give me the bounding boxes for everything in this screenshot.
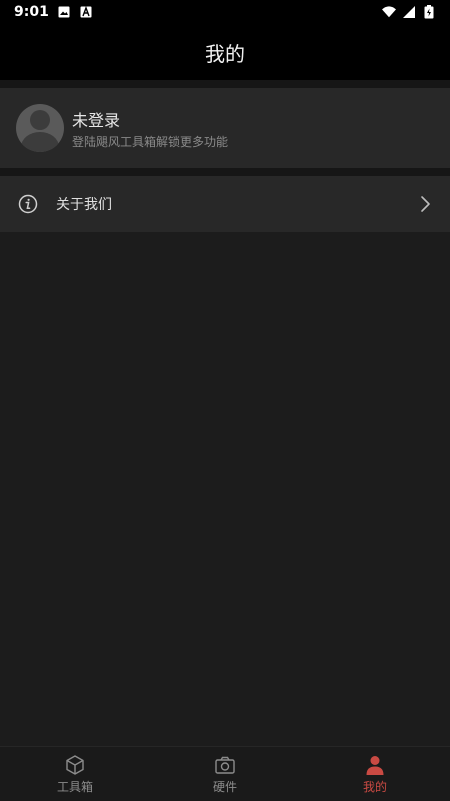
- nav-item-toolbox[interactable]: 工具箱: [0, 747, 150, 801]
- content-area: [0, 232, 450, 746]
- nav-label-hardware: 硬件: [212, 779, 237, 794]
- divider: [0, 168, 450, 176]
- status-bar: 9:01: [0, 0, 450, 24]
- nav-item-mine[interactable]: 我的: [300, 747, 450, 801]
- wifi-icon: [382, 5, 396, 19]
- menu-item-label: 关于我们: [56, 197, 112, 213]
- avatar-placeholder-icon: [16, 104, 64, 152]
- status-bar-left: 9:01: [14, 4, 93, 20]
- image-icon: [57, 5, 71, 19]
- nav-item-hardware[interactable]: 硬件: [150, 747, 300, 801]
- profile-name: 未登录: [72, 110, 121, 130]
- app-bar: 我的: [0, 24, 450, 80]
- divider: [0, 80, 450, 88]
- bottom-nav: 工具箱 硬件 我的: [0, 746, 450, 801]
- person-icon: [364, 754, 386, 776]
- status-bar-right: [382, 5, 436, 19]
- a-icon: [79, 5, 93, 19]
- camera-icon: [214, 754, 236, 776]
- battery-icon: [422, 5, 436, 19]
- profile-subtitle: 登陆飓风工具箱解锁更多功能: [72, 134, 229, 149]
- menu-item-about-us[interactable]: 关于我们: [0, 176, 450, 232]
- profile-card[interactable]: 未登录 登陆飓风工具箱解锁更多功能: [0, 88, 450, 168]
- profile-text: 未登录 登陆飓风工具箱解锁更多功能: [72, 107, 228, 150]
- nav-label-toolbox: 工具箱: [56, 779, 93, 794]
- chevron-right-icon: [418, 195, 432, 213]
- nav-label-mine: 我的: [362, 779, 387, 794]
- signal-icon: [402, 5, 416, 19]
- info-icon: [18, 194, 38, 214]
- box-icon: [64, 754, 86, 776]
- page-title: 我的: [205, 41, 245, 66]
- status-time: 9:01: [14, 4, 49, 20]
